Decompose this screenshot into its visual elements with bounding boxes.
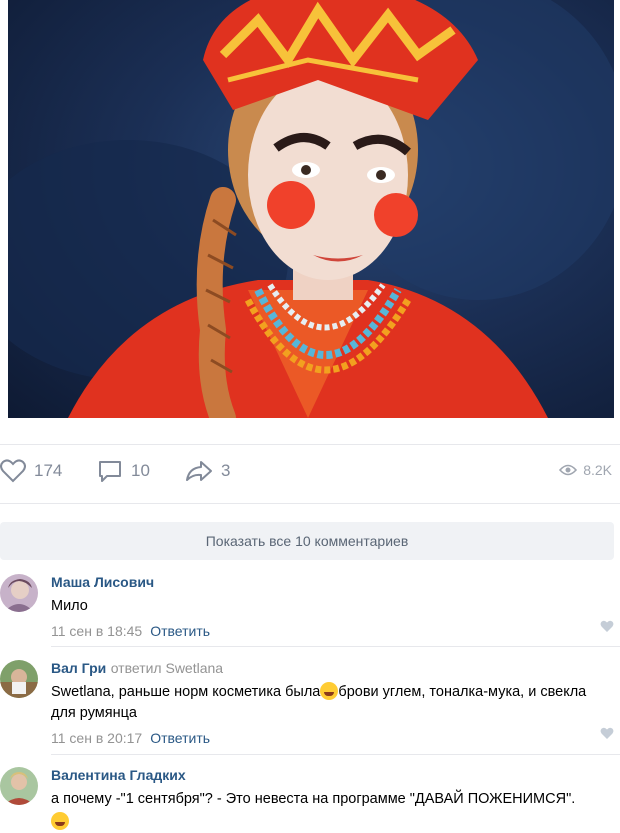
comment-date[interactable]: 11 сен в 18:45 <box>51 623 142 639</box>
likes-count: 174 <box>34 461 63 480</box>
like-button[interactable]: 174 <box>0 459 62 483</box>
comment-icon <box>99 461 121 482</box>
comment-button[interactable]: 10 <box>97 459 150 483</box>
comment-text: а почему -"1 сентября"? - Это невеста на… <box>51 791 576 807</box>
avatar[interactable] <box>0 767 38 805</box>
comment-author[interactable]: Маша Лисович <box>51 574 154 590</box>
avatar[interactable] <box>0 660 38 698</box>
heart-icon[interactable] <box>600 620 614 633</box>
comment-date[interactable]: 11 сен в 20:17 <box>51 730 142 746</box>
replied-to-label[interactable]: ответил Swetlana <box>111 660 223 676</box>
winking-tongue-emoji-icon <box>51 812 69 830</box>
show-all-comments-button[interactable]: Показать все 10 комментариев <box>0 522 614 560</box>
views-count: 8.2K <box>583 462 612 478</box>
share-button[interactable]: 3 <box>185 459 230 483</box>
laughing-emoji-icon <box>320 682 339 700</box>
views-counter: 8.2K <box>559 462 612 478</box>
heart-icon <box>0 459 26 483</box>
eye-icon <box>559 464 578 476</box>
reply-button[interactable]: Ответить <box>150 623 210 639</box>
heart-icon[interactable] <box>600 727 614 740</box>
comment-author[interactable]: Валентина Гладких <box>51 767 186 783</box>
comments-count: 10 <box>131 461 150 480</box>
divider <box>51 646 620 647</box>
reply-button[interactable]: Ответить <box>150 730 210 746</box>
avatar[interactable] <box>0 574 38 612</box>
comment-text: Swetlana, раньше норм косметика была <box>51 684 321 700</box>
comment-text-block: Swetlana, раньше норм косметика была бров… <box>51 682 612 724</box>
comment-author[interactable]: Вал Гри <box>51 660 106 676</box>
divider <box>51 754 620 755</box>
comment-text: Мило <box>51 598 88 614</box>
post-photo[interactable] <box>8 0 614 418</box>
post-actions-bar: 174 10 3 8.2K <box>0 444 620 504</box>
share-icon <box>186 461 212 481</box>
photo-illustration <box>8 0 614 418</box>
comment-text-block: а почему -"1 сентября"? - Это невеста на… <box>51 789 612 833</box>
shares-count: 3 <box>221 461 231 480</box>
